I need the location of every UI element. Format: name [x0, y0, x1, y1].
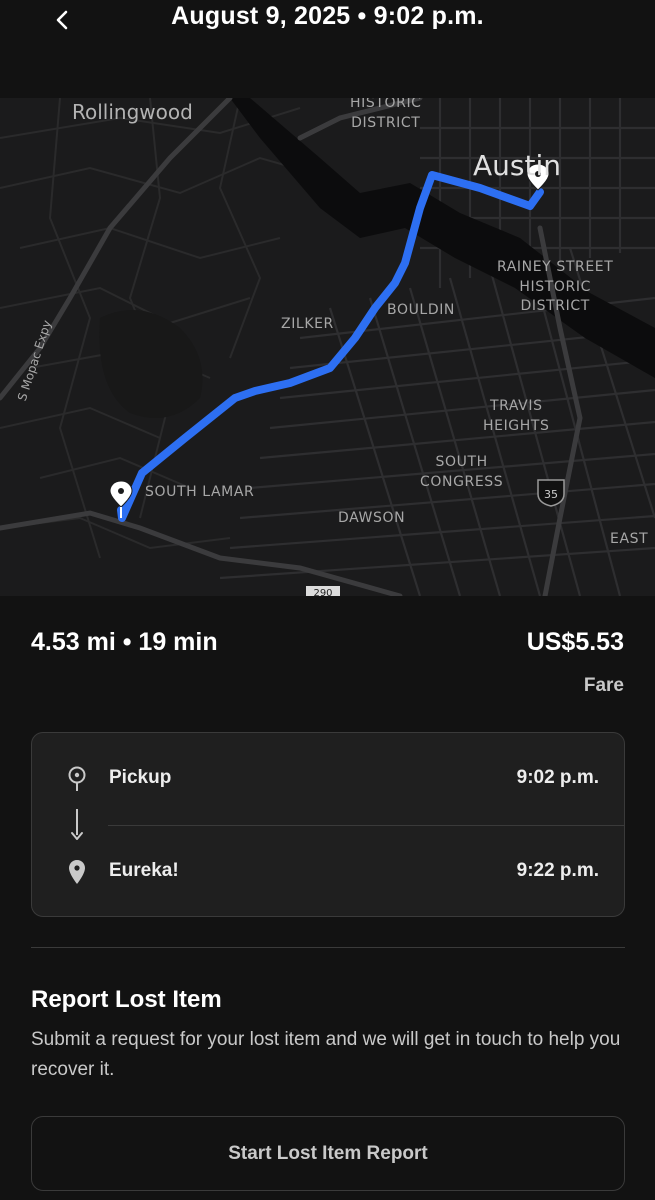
stop-row-dropoff: Eureka! 9:22 p.m.	[32, 852, 624, 892]
map-label-east: EAST	[610, 531, 649, 547]
shield-290-label: 290	[313, 588, 332, 596]
map-label-south-lamar: SOUTH LAMAR	[145, 484, 255, 500]
stop-name: Pickup	[109, 767, 172, 788]
map-label-bouldin: BOULDIN	[387, 302, 456, 318]
page-title: August 9, 2025 • 9:02 p.m.	[171, 2, 484, 30]
map-label-zilker: ZILKER	[281, 316, 334, 332]
map-label-travis-heights: TRAVIS HEIGHTS	[483, 398, 550, 434]
pickup-pin-outline-icon	[66, 765, 88, 793]
header-bar: August 9, 2025 • 9:02 p.m.	[0, 0, 655, 98]
stop-time: 9:22 p.m.	[516, 860, 599, 881]
trip-stops-card: Pickup 9:02 p.m. Eureka! 9:22 p.m.	[31, 732, 625, 917]
trip-summary: 4.53 mi • 19 min US$5.53 Fare	[31, 628, 624, 708]
map-label-rainey-street: RAINEY STREET HISTORIC DISTRICT	[497, 259, 614, 315]
route-map[interactable]: 35 290 Rollingwood HISTORIC DISTRICT Aus…	[0, 98, 655, 596]
highway-shield-290-icon: 290	[306, 586, 340, 596]
map-label-historic-district: HISTORIC DISTRICT	[350, 98, 422, 131]
distance-duration: 4.53 mi • 19 min	[31, 628, 218, 656]
stop-row-pickup: Pickup 9:02 p.m.	[32, 759, 624, 799]
map-label-south-congress: SOUTH CONGRESS	[420, 454, 504, 490]
stops-divider	[108, 825, 624, 826]
start-lost-item-report-button[interactable]: Start Lost Item Report	[31, 1116, 625, 1191]
section-divider	[31, 947, 625, 948]
map-label-dawson: DAWSON	[338, 510, 406, 526]
map-label-rollingwood: Rollingwood	[72, 100, 193, 124]
fare-amount: US$5.53	[526, 628, 624, 656]
lost-item-description: Submit a request for your lost item and …	[31, 1029, 621, 1080]
map-label-austin: Austin	[473, 149, 561, 182]
highway-shield-35-icon: 35	[537, 479, 565, 507]
stop-time: 9:02 p.m.	[516, 767, 599, 788]
fare-label: Fare	[583, 675, 624, 696]
stop-name: Eureka!	[109, 860, 179, 881]
lost-item-title: Report Lost Item	[31, 986, 222, 1013]
dropoff-pin-filled-icon	[66, 858, 88, 886]
shield-35-label: 35	[544, 488, 558, 501]
connector-arrow-icon	[70, 807, 84, 843]
